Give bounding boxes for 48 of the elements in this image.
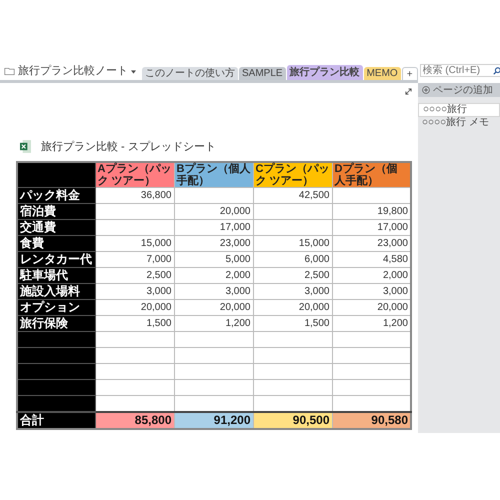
table-cell: 5,000 (174, 252, 253, 268)
table-cell: 20,000 (174, 204, 253, 220)
spreadsheet-icon (20, 140, 31, 153)
add-page-button[interactable]: ページの追加 (418, 83, 500, 97)
table-cell: 1,500 (253, 316, 332, 332)
column-header: Cプラン（パック ツアー） (253, 162, 332, 188)
table-cell: 2,500 (95, 268, 174, 284)
table-cell: 1,200 (174, 316, 253, 332)
table-cell: 20,000 (253, 300, 332, 316)
add-section-tab[interactable]: + (402, 67, 418, 80)
search-icon[interactable] (492, 66, 500, 74)
table-cell: 17,000 (174, 220, 253, 236)
search-field[interactable]: 検索 (Ctrl+E) (420, 64, 500, 77)
total-cell: 90,500 (253, 412, 332, 429)
total-cell: 91,200 (174, 412, 253, 429)
table-cell: 15,000 (253, 236, 332, 252)
column-header: Dプラン（個人手配） (332, 162, 411, 188)
table-cell: 23,000 (174, 236, 253, 252)
section-tab[interactable]: 旅行プラン比較 (286, 65, 363, 80)
plus-icon (422, 86, 430, 94)
table-cell: 15,000 (95, 236, 174, 252)
table-cell: 3,000 (95, 284, 174, 300)
expand-icon[interactable] (405, 88, 412, 95)
table-cell: 20,000 (174, 300, 253, 316)
notebook-title[interactable]: 旅行プラン比較ノート (18, 63, 128, 78)
page-item[interactable]: ○○○○旅行 メモ (418, 117, 500, 129)
table-cell: 42,500 (253, 188, 332, 204)
column-header: Bプラン（個人手配） (174, 162, 253, 188)
total-cell: 85,800 (95, 412, 174, 429)
page-item[interactable]: ○○○○旅行 (418, 103, 500, 117)
table-cell: 1,500 (95, 316, 174, 332)
caret-icon[interactable] (131, 70, 136, 74)
table-cell: 36,800 (95, 188, 174, 204)
spreadsheet-title: 旅行プラン比較 - スプレッドシート (41, 140, 216, 154)
table-cell: 7,000 (95, 252, 174, 268)
notebook-icon[interactable] (4, 67, 15, 76)
table-cell: 3,000 (174, 284, 253, 300)
table-cell: 6,000 (253, 252, 332, 268)
table-cell: 2,000 (174, 268, 253, 284)
section-tab[interactable]: MEMO (364, 67, 401, 80)
table-cell: 2,500 (253, 268, 332, 284)
section-tab[interactable]: このノートの使い方 (142, 67, 238, 80)
section-tab[interactable]: SAMPLE (239, 67, 286, 80)
column-header: Aプラン（パック ツアー） (95, 162, 174, 188)
row-label: レンタカー代 (20, 252, 92, 267)
table-cell: 20,000 (95, 300, 174, 316)
table-cell: 3,000 (253, 284, 332, 300)
total-cell: 90,580 (332, 412, 411, 429)
